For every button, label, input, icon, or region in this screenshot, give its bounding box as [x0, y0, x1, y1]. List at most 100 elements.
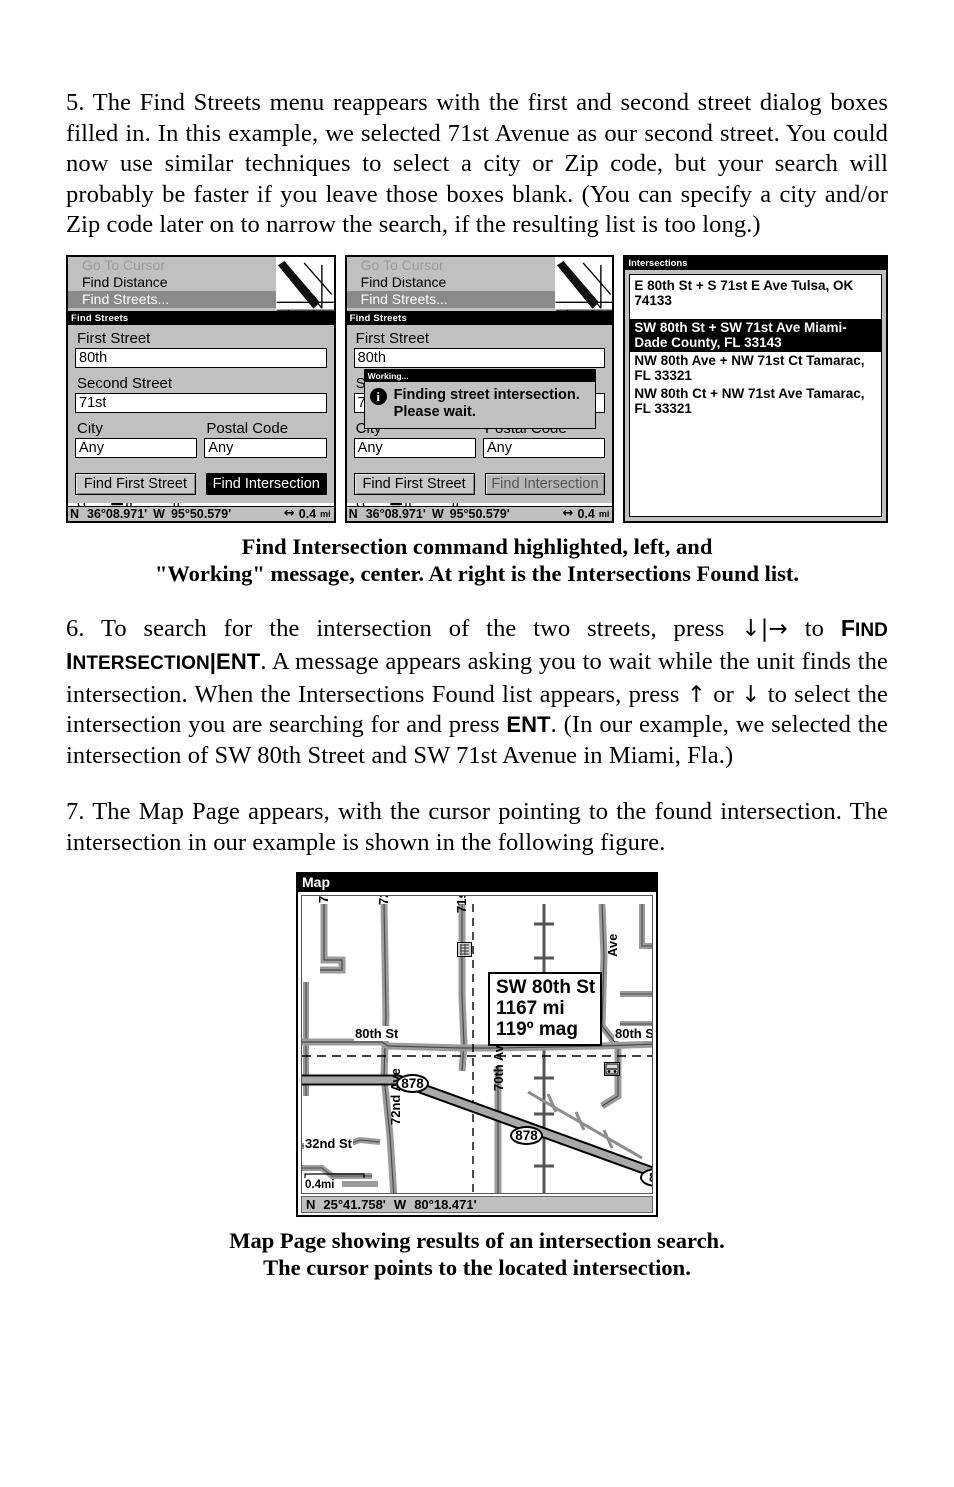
map-latitude-value: 25°41.758' [323, 1197, 386, 1212]
figure-1-caption: Find Intersection command highlighted, l… [66, 533, 888, 587]
p6-keys-down-right: ↓|→ [741, 615, 788, 642]
poi-icon[interactable] [604, 1062, 620, 1076]
longitude-value: 95°50.579' [449, 506, 510, 521]
street-label-32nd-st: 32nd St [304, 1136, 353, 1151]
map-longitude-value: 80°18.471' [414, 1197, 477, 1212]
range-unit: mi [598, 508, 610, 519]
label-postal-code: Postal Code [206, 419, 289, 437]
find-streets-title: Find Streets [346, 311, 613, 325]
find-first-street-button[interactable]: Find First Street [75, 472, 196, 495]
gps-screen-find-streets: Go To Cursor Find Distance Find Streets.… [66, 254, 336, 523]
list-item[interactable]: NW 80th Ave + NW 71st Ct Tamarac, FL 333… [630, 352, 881, 385]
input-first-street[interactable]: 80th [75, 347, 327, 368]
map-context-menu[interactable]: Go To Cursor Find Distance Find Streets.… [68, 256, 276, 317]
label-first-street: First Street [355, 329, 430, 347]
figure-map-page: Map 80th St 80th S 70th Ave 72nd Ave 32n… [66, 872, 888, 1217]
popup-line-distance: 1167 mi [496, 998, 565, 1019]
lon-hemisphere: W [153, 506, 165, 521]
lat-hemisphere: N [70, 506, 80, 521]
figure-1-caption-line-2: "Working" message, center. At right is t… [154, 560, 800, 586]
find-intersection-button[interactable]: Find Intersection [205, 472, 327, 495]
working-dialog-message: Finding street intersection. Please wait… [393, 386, 580, 420]
gps-screen-intersections: Intersections E 80th St + S 71st E Ave T… [623, 254, 889, 523]
p6-command-intersection: INTERSECTION [66, 648, 210, 674]
latitude-value: 36°08.971' [87, 506, 148, 521]
working-dialog-title: Working... [364, 369, 595, 382]
figure-2-caption-line-1: Map Page showing results of an intersect… [229, 1228, 725, 1253]
p6-key-ent-2: ENT [506, 712, 551, 737]
longitude-value: 95°50.579' [170, 506, 232, 521]
list-item-selected[interactable]: SW 80th St + SW 71st Ave Miami-Dade Coun… [630, 318, 882, 352]
list-item[interactable]: NW 80th Ct + NW 71st Ave Tamarac, FL 333… [630, 385, 881, 418]
menu-item-find-streets[interactable]: Find Streets... [346, 290, 555, 308]
range-value: 0.4 [298, 506, 317, 521]
street-label-80th-s: 80th S [614, 1026, 652, 1041]
list-item[interactable]: E 80th St + S 71st E Ave Tulsa, OK 74133 [630, 277, 881, 312]
popup-line-street: SW 80th St [496, 977, 596, 998]
input-first-street[interactable]: 80th [353, 347, 606, 368]
input-city[interactable]: Any [353, 437, 477, 458]
document-page: 5. The Find Streets menu reappears with … [0, 0, 954, 1487]
working-dialog: Working... i Finding street intersection… [363, 368, 596, 429]
label-second-street: Second Street [77, 374, 173, 392]
input-second-street[interactable]: 71st [75, 392, 327, 413]
intersections-title: Intersections [625, 256, 887, 270]
map-lon-hemisphere: W [393, 1197, 407, 1212]
latitude-value: 36°08.971' [365, 506, 426, 521]
menu-item-go-to-cursor[interactable]: Go To Cursor [68, 257, 276, 274]
label-city: City [77, 419, 103, 437]
map-context-menu[interactable]: Go To Cursor Find Distance Find Streets.… [346, 256, 555, 317]
range-arrow-icon: ↔ [283, 506, 295, 521]
menu-item-find-distance[interactable]: Find Distance [68, 274, 276, 291]
p6-text-1: 6. To search for the intersection of the… [66, 614, 742, 642]
map-cursor-icon[interactable] [457, 942, 472, 957]
figure-1-caption-line-1: Find Intersection command highlighted, l… [241, 533, 713, 559]
gps-screen-working: Go To Cursor Find Distance Find Streets.… [344, 254, 615, 523]
street-label-72r: 72r [316, 896, 331, 904]
street-label-72nd: 72nd [376, 896, 391, 906]
input-city[interactable]: Any [75, 437, 198, 458]
map-scale-label: 0.4mi [304, 1179, 336, 1191]
map-canvas[interactable]: 72r 72nd 71st Ave 80th St 80th S 70th Av… [301, 895, 653, 1194]
find-intersection-button[interactable]: Find Intersection [484, 472, 606, 495]
p6-key-ent-1: ENT [216, 649, 261, 674]
figure-gps-screenshots: Go To Cursor Find Distance Find Streets.… [66, 254, 889, 523]
range-unit: mi [320, 508, 331, 519]
find-streets-title: Find Streets [68, 311, 334, 325]
map-lat-hemisphere: N [306, 1197, 316, 1212]
popup-line-bearing: 119º mag [496, 1019, 578, 1040]
gps-status-bar-left: N 36°08.971' W 95°50.579' ↔ 0.4 mi [68, 505, 334, 521]
label-first-street: First Street [77, 329, 151, 347]
paragraph-step-6: 6. To search for the intersection of the… [66, 613, 888, 772]
p6-text-2: to [787, 614, 841, 642]
find-streets-dialog: Find Streets First Street 80th Second St… [68, 310, 334, 503]
map-page-status-bar: N 25°41.758' W 80°18.471' [301, 1196, 653, 1213]
p6-command-find: FIND [840, 614, 888, 641]
map-info-popup: SW 80th St 1167 mi 119º mag [488, 972, 603, 1046]
street-label-80th-st: 80th St [354, 1026, 400, 1041]
menu-item-go-to-cursor[interactable]: Go To Cursor [347, 257, 555, 274]
map-page-title: Map [298, 874, 656, 892]
street-label-71st-ave: 71st Ave [454, 896, 469, 914]
lon-hemisphere: W [431, 506, 444, 521]
highway-shield-878: 878 [510, 1126, 543, 1145]
figure-2-caption-line-2: The cursor points to the located interse… [263, 1255, 691, 1280]
street-label-ave: Ave [605, 933, 620, 957]
intersections-list[interactable]: E 80th St + S 71st E Ave Tulsa, OK 74133… [629, 273, 883, 517]
highway-shield-878: 878 [396, 1074, 429, 1093]
input-postal-code[interactable]: Any [483, 437, 606, 458]
info-icon: i [369, 387, 387, 405]
paragraph-step-5: 5. The Find Streets menu reappears with … [66, 89, 888, 238]
figure-2-caption: Map Page showing results of an intersect… [66, 1227, 888, 1281]
find-first-street-button[interactable]: Find First Street [353, 472, 475, 495]
range-arrow-icon: ↔ [562, 506, 574, 521]
paragraph-step-7: 7. The Map Page appears, with the cursor… [66, 798, 888, 856]
range-value: 0.4 [577, 506, 595, 521]
map-page-screen: Map 80th St 80th S 70th Ave 72nd Ave 32n… [296, 872, 658, 1217]
menu-item-find-streets[interactable]: Find Streets... [68, 290, 276, 308]
input-postal-code[interactable]: Any [204, 437, 327, 458]
gps-status-bar-center: N 36°08.971' W 95°50.579' ↔ 0.4 mi [346, 505, 613, 521]
menu-item-find-distance[interactable]: Find Distance [347, 274, 555, 291]
p6-key-up: ↑ [686, 681, 707, 708]
